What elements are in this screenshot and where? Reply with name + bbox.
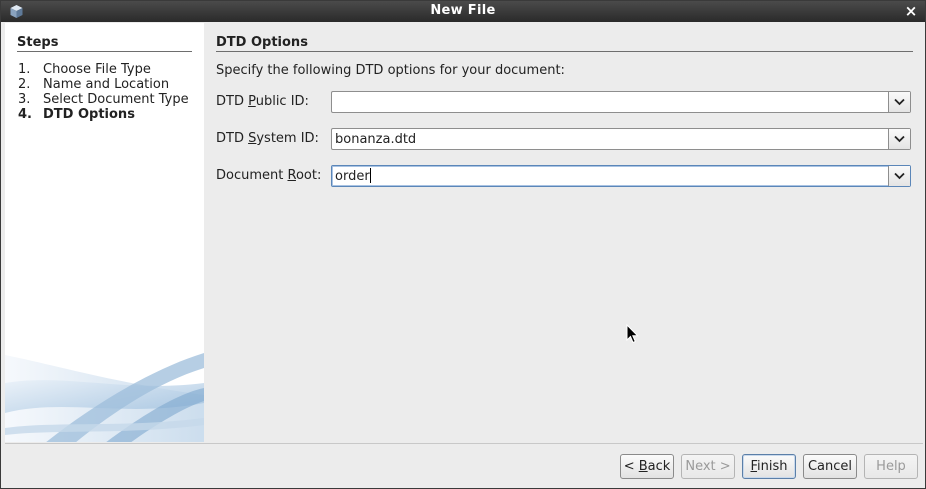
system-id-combobox[interactable] <box>331 128 911 150</box>
step-label: DTD Options <box>43 107 135 122</box>
public-id-row: DTD Public ID: <box>216 91 913 113</box>
step-number: 4. <box>18 107 32 122</box>
steps-panel: Steps 1. Choose File Type 2. Name and Loca… <box>5 23 204 442</box>
public-id-combobox[interactable] <box>331 91 911 113</box>
system-id-input[interactable] <box>334 130 883 148</box>
new-file-dialog: New File × Steps 1. Choose File Type 2. Na… <box>0 0 926 489</box>
options-panel: DTD Options Specify the following DTD op… <box>204 23 923 442</box>
document-root-dropdown-button[interactable] <box>888 166 910 186</box>
step-item-dtd-options: 4. DTD Options <box>18 107 189 122</box>
title-bar[interactable]: New File × <box>1 1 925 22</box>
public-id-label: DTD Public ID: <box>216 94 309 109</box>
next-button[interactable]: Next > <box>681 454 735 479</box>
step-number: 3. <box>18 92 31 107</box>
step-label: Name and Location <box>43 77 170 92</box>
help-button[interactable]: Help <box>864 454 918 479</box>
finish-button[interactable]: Finish <box>742 454 796 479</box>
description-text: Specify the following DTD options for yo… <box>216 63 565 78</box>
window-title: New File <box>430 3 496 18</box>
section-title: DTD Options <box>216 35 913 52</box>
wizard-swoosh-graphic <box>5 353 204 442</box>
system-id-row: DTD System ID: <box>216 128 913 150</box>
chevron-down-icon <box>894 98 905 106</box>
step-number: 1. <box>18 62 31 77</box>
document-root-combobox[interactable] <box>331 165 911 187</box>
step-item-name-and-location: 2. Name and Location <box>18 77 189 92</box>
system-id-dropdown-button[interactable] <box>888 129 910 149</box>
text-caret <box>370 168 371 183</box>
cancel-button[interactable]: Cancel <box>803 454 857 479</box>
steps-heading: Steps <box>17 35 192 52</box>
public-id-dropdown-button[interactable] <box>888 92 910 112</box>
step-label: Choose File Type <box>43 62 151 77</box>
step-number: 2. <box>18 77 31 92</box>
system-id-label: DTD System ID: <box>216 131 319 146</box>
mouse-pointer-icon <box>626 324 639 344</box>
step-item-choose-file-type: 1. Choose File Type <box>18 62 189 77</box>
close-icon[interactable]: × <box>903 2 919 20</box>
document-root-row: Document Root: <box>216 165 913 187</box>
back-button[interactable]: < Back <box>620 454 674 479</box>
step-label: Select Document Type <box>43 92 189 107</box>
chevron-down-icon <box>894 135 905 143</box>
chevron-down-icon <box>894 172 905 180</box>
step-item-select-document-type: 3. Select Document Type <box>18 92 189 107</box>
document-root-label: Document Root: <box>216 168 322 183</box>
footer-divider <box>5 443 923 444</box>
steps-list: 1. Choose File Type 2. Name and Location 3… <box>18 62 189 122</box>
document-root-input[interactable] <box>334 167 883 185</box>
public-id-input[interactable] <box>334 93 883 111</box>
